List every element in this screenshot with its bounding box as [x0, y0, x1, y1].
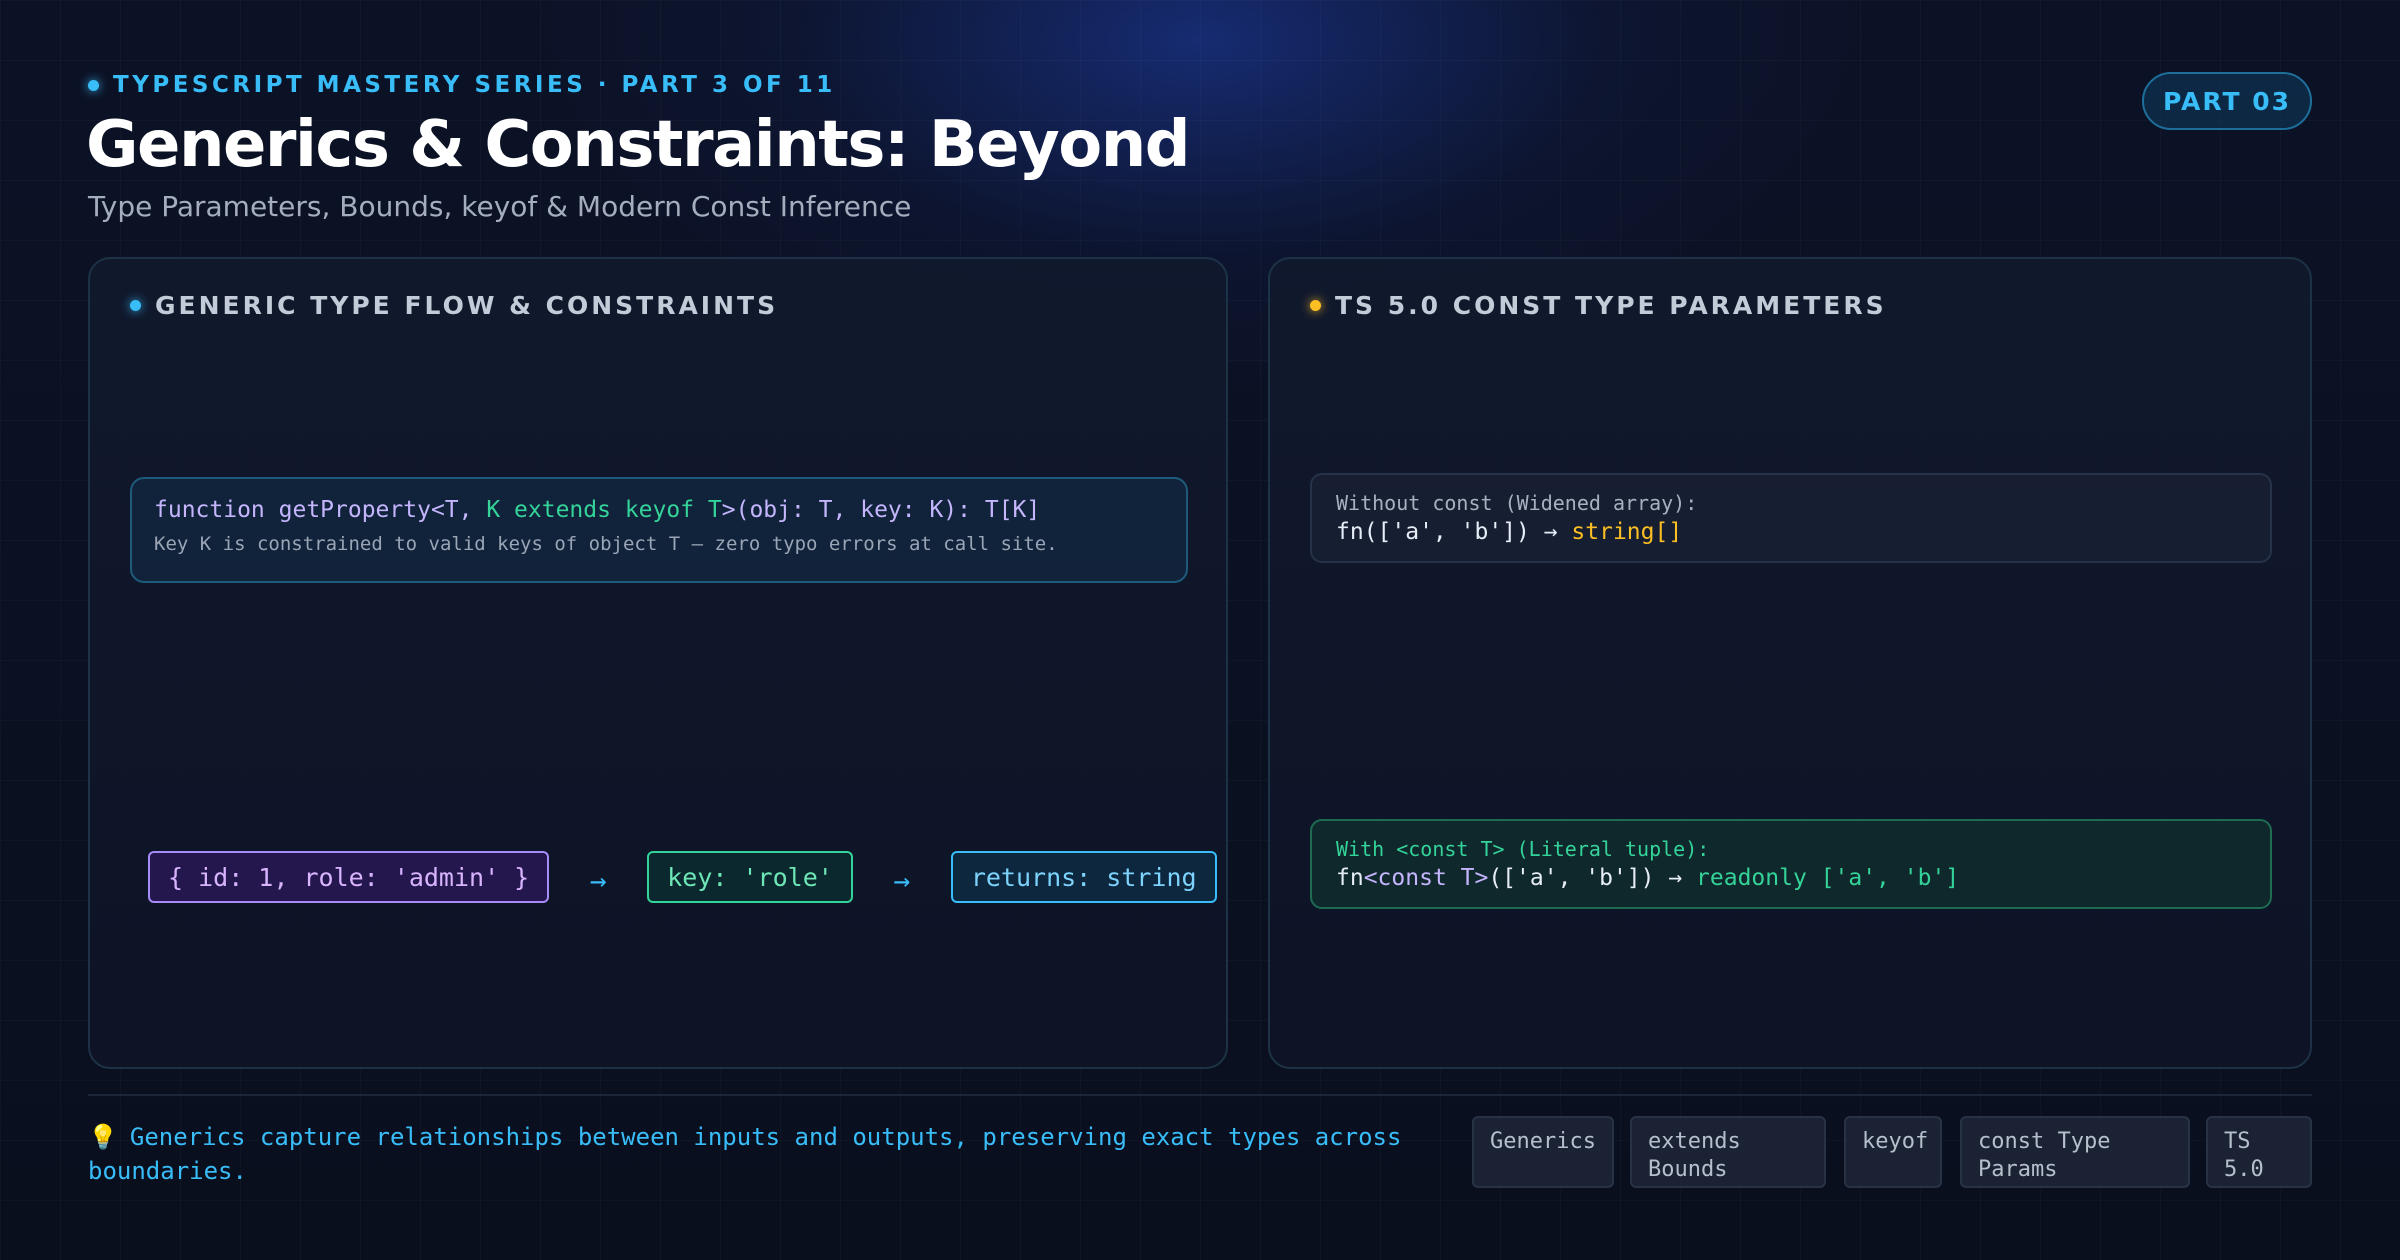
panel-title-text: GENERIC TYPE FLOW & CONSTRAINTS — [155, 291, 779, 320]
signature-end: >(obj: T, key: K): T[K] — [721, 497, 1041, 523]
input-object-chip: { id: 1, role: 'admin' } — [148, 851, 550, 903]
signature-line: function getProperty<T, K extends keyof … — [154, 497, 1164, 523]
bullet-dot-icon — [1310, 300, 1321, 311]
eyebrow-text: TYPESCRIPT MASTERY SERIES · PART 3 OF 11 — [113, 72, 836, 98]
signature-note: Key K is constrained to valid keys of ob… — [154, 533, 1058, 555]
series-eyebrow: TYPESCRIPT MASTERY SERIES · PART 3 OF 11 — [88, 72, 836, 98]
tag-const-type-params: const Type Params — [1960, 1116, 2190, 1188]
tag-ts-5-0: TS 5.0 — [2206, 1116, 2312, 1188]
panel-title: GENERIC TYPE FLOW & CONSTRAINTS — [130, 291, 778, 320]
panel-title-text: TS 5.0 CONST TYPE PARAMETERS — [1335, 291, 1887, 320]
with-const-fn: fn — [1336, 865, 1364, 891]
part-badge: PART 03 — [2142, 72, 2312, 130]
footer-divider — [88, 1094, 2312, 1096]
tag-generics: Generics — [1472, 1116, 1614, 1188]
return-type-chip: returns: string — [950, 851, 1217, 903]
arrow-right-icon: → — [589, 863, 607, 897]
generic-flow-panel: GENERIC TYPE FLOW & CONSTRAINTS function… — [88, 257, 1228, 1069]
panel-title: TS 5.0 CONST TYPE PARAMETERS — [1310, 291, 1887, 320]
without-const-label: Without const (Widened array): — [1336, 491, 1698, 515]
page-subtitle: Type Parameters, Bounds, keyof & Modern … — [88, 190, 912, 223]
arrow-right-icon: → — [893, 863, 911, 897]
with-const-type-param: <const T> — [1363, 865, 1489, 891]
without-const-call: fn(['a', 'b']) → — [1336, 519, 1572, 545]
signature-constraint: K extends keyof T — [486, 497, 722, 523]
lightbulb-icon: 💡 — [88, 1123, 118, 1151]
with-const-code: fn<const T>(['a', 'b']) → readonly ['a',… — [1336, 865, 2246, 891]
tag-extends-bounds: extends Bounds — [1630, 1116, 1826, 1188]
bullet-dot-icon — [130, 300, 141, 311]
signature-start: function getProperty<T, — [154, 497, 487, 523]
tag-keyof: keyof — [1844, 1116, 1942, 1188]
footer-note: 💡 Generics capture relationships between … — [88, 1120, 1428, 1188]
bullet-dot-icon — [88, 79, 99, 91]
footer-note-text: Generics capture relationships between i… — [88, 1123, 1402, 1185]
without-const-result: string[] — [1571, 519, 1683, 545]
without-const-code: fn(['a', 'b']) → string[] — [1336, 519, 2246, 545]
without-const-box: Without const (Widened array): fn(['a', … — [1310, 473, 2272, 563]
page-title: Generics & Constraints: Beyond — [86, 108, 1191, 182]
type-flow: { id: 1, role: 'admin' } → key: 'role' →… — [148, 851, 1217, 903]
const-params-panel: TS 5.0 CONST TYPE PARAMETERS Without con… — [1268, 257, 2312, 1069]
with-const-result: readonly ['a', 'b'] — [1696, 865, 1960, 891]
signature-code-box: function getProperty<T, K extends keyof … — [130, 477, 1188, 583]
with-const-args: (['a', 'b']) → — [1488, 865, 1697, 891]
key-chip: key: 'role' — [647, 851, 853, 903]
with-const-box: With <const T> (Literal tuple): fn<const… — [1310, 819, 2272, 909]
with-const-label: With <const T> (Literal tuple): — [1336, 837, 1710, 861]
